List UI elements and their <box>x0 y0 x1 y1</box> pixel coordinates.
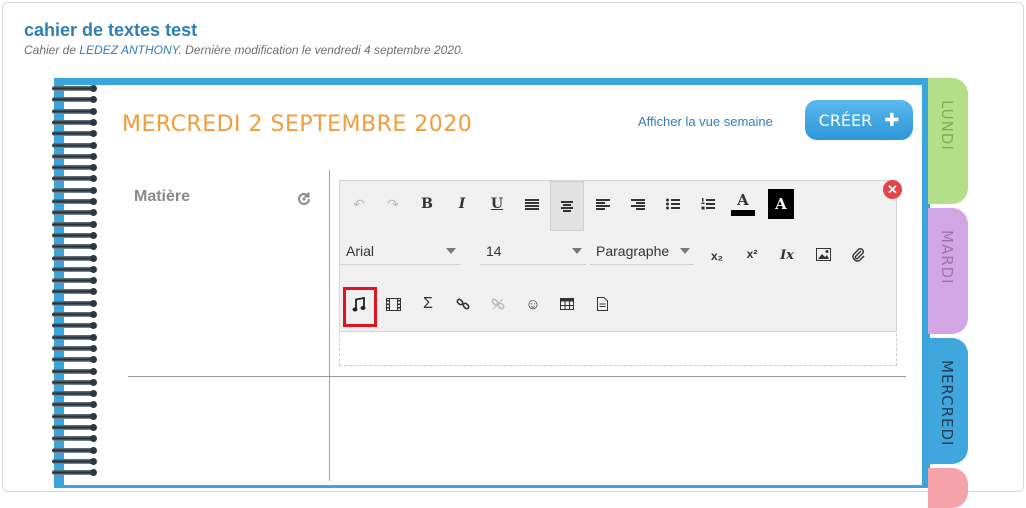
refresh-icon[interactable] <box>296 191 312 207</box>
chevron-down-icon <box>572 247 582 254</box>
tab-mardi[interactable]: MARDI <box>928 208 968 334</box>
spiral-ring <box>50 310 98 320</box>
close-icon[interactable]: ✕ <box>883 180 902 199</box>
spiral-binding <box>50 84 102 484</box>
font-family-value: Arial <box>346 242 375 259</box>
unlink-icon[interactable] <box>487 289 509 319</box>
text-color-swatch <box>731 210 755 216</box>
chevron-down-icon <box>680 247 690 254</box>
create-button[interactable]: CRÉER ✚ <box>805 100 913 140</box>
align-center-icon[interactable] <box>550 181 584 231</box>
subtitle-prefix: Cahier de <box>24 43 80 57</box>
table-icon[interactable] <box>556 289 578 319</box>
editor-toolbar: ↶ ↷ B I U A A Arial 14 Paragraphe x₂ x² … <box>339 180 897 332</box>
tab-next-day[interactable] <box>928 468 968 508</box>
numbered-list-icon[interactable] <box>697 189 719 219</box>
spiral-ring <box>50 457 98 467</box>
superscript-button[interactable]: x² <box>741 239 763 269</box>
text-color-icon[interactable]: A <box>730 187 756 221</box>
tab-label: LUNDI <box>938 100 956 151</box>
document-icon[interactable] <box>591 289 613 319</box>
chevron-down-icon <box>446 247 456 254</box>
spiral-ring <box>50 174 98 184</box>
spiral-ring <box>50 355 98 365</box>
spiral-ring <box>50 321 98 331</box>
create-button-label: CRÉER <box>818 110 873 130</box>
clear-format-button[interactable]: Ix <box>776 240 798 270</box>
align-left-icon[interactable] <box>592 189 614 219</box>
margin-line <box>329 170 330 481</box>
spiral-ring <box>50 434 98 444</box>
subtitle-suffix: . Dernière modification le vendredi 4 se… <box>178 43 465 57</box>
spiral-ring <box>50 389 98 399</box>
block-format-select[interactable]: Paragraphe <box>590 237 694 265</box>
matiere-label: Matière <box>134 188 191 205</box>
paperclip-icon[interactable] <box>847 239 869 269</box>
spiral-ring <box>50 129 98 139</box>
tab-label: MERCREDI <box>938 360 956 447</box>
page-subtitle: Cahier de LEDEZ ANTHONY. Dernière modifi… <box>24 43 464 57</box>
spiral-ring <box>50 299 98 309</box>
redo-icon[interactable]: ↷ <box>382 189 404 219</box>
spiral-ring <box>50 378 98 388</box>
spiral-ring <box>50 141 98 151</box>
spiral-ring <box>50 367 98 377</box>
spiral-ring <box>50 287 98 297</box>
sigma-icon[interactable]: Σ <box>417 289 439 319</box>
background-color-glyph: A <box>775 195 787 213</box>
video-icon[interactable] <box>382 289 404 319</box>
day-title: MERCREDI 2 SEPTEMBRE 2020 <box>122 112 473 137</box>
text-color-glyph: A <box>737 191 749 209</box>
spiral-ring <box>50 446 98 456</box>
tab-label: MARDI <box>938 230 956 285</box>
bold-button[interactable]: B <box>416 189 438 219</box>
plus-icon: ✚ <box>884 109 900 131</box>
author-link[interactable]: LEDEZ ANTHONY <box>79 43 178 57</box>
spiral-ring <box>50 220 98 230</box>
spiral-ring <box>50 333 98 343</box>
spiral-ring <box>50 400 98 410</box>
spiral-ring <box>50 186 98 196</box>
emoji-icon[interactable]: ☺ <box>522 289 544 319</box>
font-size-value: 14 <box>486 242 502 259</box>
selected-tool-highlight <box>343 287 377 327</box>
spiral-ring <box>50 107 98 117</box>
page-title: cahier de textes test <box>24 20 198 40</box>
spiral-ring <box>50 468 98 478</box>
spiral-ring <box>50 423 98 433</box>
spiral-ring <box>50 412 98 422</box>
align-justify-icon[interactable] <box>521 189 543 219</box>
spiral-ring <box>50 84 98 94</box>
spiral-ring <box>50 118 98 128</box>
align-right-icon[interactable] <box>627 189 649 219</box>
spiral-ring <box>50 276 98 286</box>
spiral-ring <box>50 242 98 252</box>
block-format-value: Paragraphe <box>596 242 670 259</box>
background-color-icon[interactable]: A <box>768 189 794 219</box>
subscript-button[interactable]: x₂ <box>706 241 728 271</box>
week-view-link[interactable]: Afficher la vue semaine <box>638 114 773 129</box>
tab-lundi[interactable]: LUNDI <box>928 78 968 204</box>
link-icon[interactable] <box>452 289 474 319</box>
spiral-ring <box>50 197 98 207</box>
image-icon[interactable] <box>812 239 834 269</box>
spiral-ring <box>50 254 98 264</box>
italic-button[interactable]: I <box>451 189 473 219</box>
bullet-list-icon[interactable] <box>662 189 684 219</box>
spiral-ring <box>50 152 98 162</box>
tab-mercredi[interactable]: MERCREDI <box>928 338 968 464</box>
spiral-ring <box>50 95 98 105</box>
spiral-ring <box>50 265 98 275</box>
spiral-ring <box>50 208 98 218</box>
font-family-select[interactable]: Arial <box>340 237 460 265</box>
underline-button[interactable]: U <box>486 189 508 219</box>
undo-icon[interactable]: ↶ <box>348 189 370 219</box>
spiral-ring <box>50 163 98 173</box>
spiral-ring <box>50 344 98 354</box>
spiral-ring <box>50 231 98 241</box>
separator-line <box>128 376 906 377</box>
font-size-select[interactable]: 14 <box>480 237 586 265</box>
